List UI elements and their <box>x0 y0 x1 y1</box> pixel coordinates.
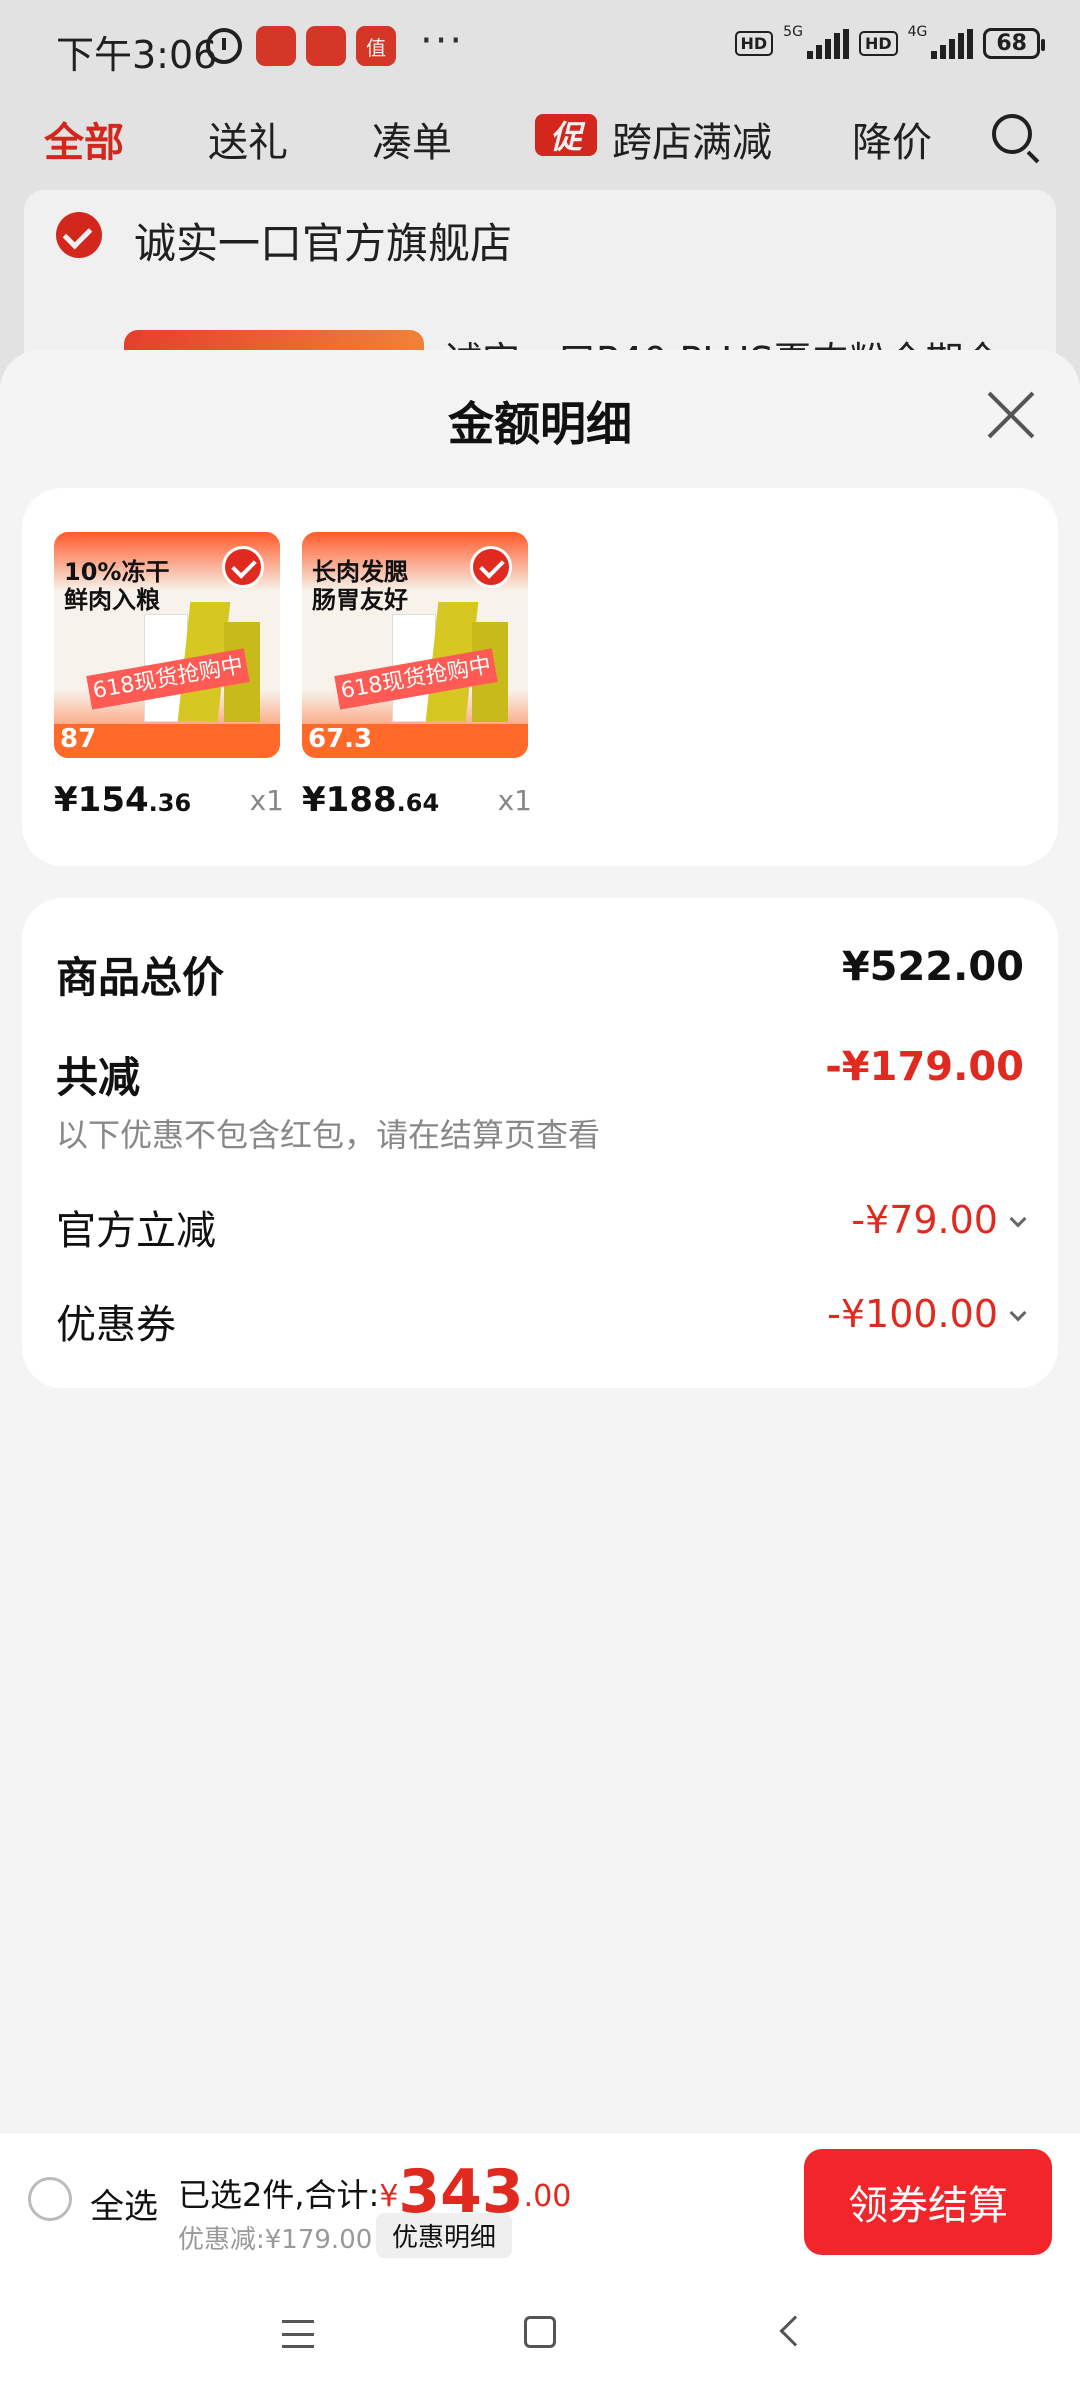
back-icon[interactable] <box>779 2315 811 2347</box>
thumbnail-price-tag: 87 <box>60 724 97 754</box>
chevron-down-icon <box>1009 1304 1027 1322</box>
product-price: ¥154.36 <box>54 780 191 820</box>
product-price: ¥188.64 <box>302 780 439 820</box>
official-discount-label: 官方立减 <box>56 1208 216 1254</box>
saving-text: 优惠减:¥179.00 <box>178 2225 373 2255</box>
select-all-label[interactable]: 全选 <box>90 2179 158 2228</box>
selected-products-card: 10%冻干 鲜肉入粮 618现货抢购中 87 ¥154.36 x1 长肉发腮 肠… <box>22 488 1058 866</box>
coupon-value: -¥100.00 <box>827 1292 1027 1336</box>
home-icon[interactable] <box>524 2316 556 2348</box>
official-discount-value: -¥79.00 <box>851 1198 1027 1242</box>
select-all-radio[interactable] <box>28 2177 72 2221</box>
product-thumbnail: 10%冻干 鲜肉入粮 618现货抢购中 87 <box>54 532 280 758</box>
menu-icon[interactable] <box>282 2320 314 2348</box>
chevron-down-icon <box>1009 1210 1027 1228</box>
price-integer: ¥188 <box>302 780 397 820</box>
total-line: 已选2件,合计:¥343.00 <box>178 2151 572 2227</box>
total-label: 商品总价 <box>56 953 225 1002</box>
total-value: ¥522.00 <box>841 944 1024 990</box>
product-item[interactable]: 长肉发腮 肠胃友好 618现货抢购中 67.3 ¥188.64 x1 <box>302 532 532 820</box>
selected-check-icon <box>222 546 264 588</box>
product-quantity: x1 <box>249 784 284 817</box>
discount-note: 以下优惠不包含红包，请在结算页查看 <box>56 1116 601 1154</box>
close-icon[interactable] <box>984 388 1038 442</box>
product-item[interactable]: 10%冻干 鲜肉入粮 618现货抢购中 87 ¥154.36 x1 <box>54 532 284 820</box>
product-thumbnail: 长肉发腮 肠胃友好 618现货抢购中 67.3 <box>302 532 528 758</box>
product-headline: 长肉发腮 肠胃友好 <box>312 558 408 614</box>
discount-value: -¥179.00 <box>825 1044 1024 1090</box>
price-decimal: .36 <box>148 789 192 817</box>
selected-count-text: 已选2件,合计: <box>178 2176 380 2214</box>
total-cents: .00 <box>523 2179 572 2214</box>
price-decimal: .64 <box>396 789 440 817</box>
product-headline: 10%冻干 鲜肉入粮 <box>64 558 170 614</box>
thumbnail-price-tag: 67.3 <box>308 724 373 754</box>
checkout-button[interactable]: 领券结算 <box>804 2149 1052 2255</box>
amount-detail-sheet: 金额明细 10%冻干 鲜肉入粮 618现货抢购中 87 ¥154.36 x1 长… <box>0 350 1080 2132</box>
sheet-title: 金额明细 <box>448 397 632 451</box>
selected-check-icon <box>470 546 512 588</box>
official-discount-amount: -¥79.00 <box>851 1198 998 1242</box>
discount-detail-button[interactable]: 优惠明细 <box>376 2213 513 2258</box>
coupon-label: 优惠券 <box>56 1302 176 1348</box>
coupon-amount: -¥100.00 <box>827 1292 998 1336</box>
discount-label: 共减 <box>56 1053 141 1102</box>
system-navigation-bar <box>0 2270 1080 2400</box>
product-quantity: x1 <box>497 784 532 817</box>
checkout-bar: 全选 已选2件,合计:¥343.00 优惠减:¥179.00 优惠明细 领券结算 <box>0 2132 1080 2270</box>
price-integer: ¥154 <box>54 780 149 820</box>
price-summary-card: 商品总价 ¥522.00 共减 -¥179.00 以下优惠不包含红包，请在结算页… <box>22 898 1058 1388</box>
currency-symbol: ¥ <box>379 2179 399 2214</box>
